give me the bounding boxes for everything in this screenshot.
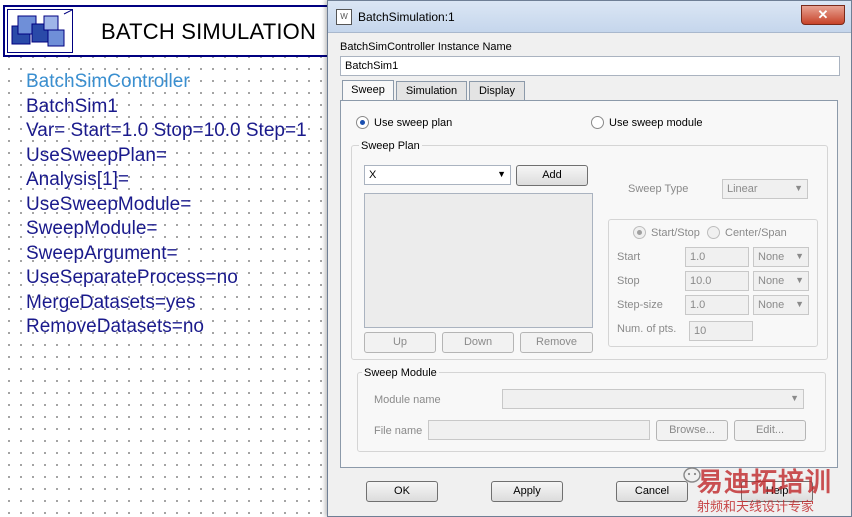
batch-simulation-dialog: W BatchSimulation:1 ✕ BatchSimController… <box>327 0 852 517</box>
param-controller-name: BatchSimController <box>26 71 190 92</box>
param-use-sweep-module: UseSweepModule= <box>26 193 192 215</box>
sweep-module-group: Sweep Module Module name ▼ File name Bro… <box>357 367 826 452</box>
use-sweep-module-radio[interactable] <box>591 116 604 129</box>
sweep-module-legend: Sweep Module <box>362 367 439 379</box>
param-instance: BatchSim1 <box>26 95 118 117</box>
down-button[interactable]: Down <box>442 332 514 353</box>
tab-display[interactable]: Display <box>469 81 525 100</box>
num-points-label: Num. of pts. <box>617 323 677 335</box>
chevron-down-icon: ▼ <box>795 299 804 309</box>
file-name-label: File name <box>374 425 423 437</box>
batch-sim-symbol-icon <box>7 9 73 53</box>
sweep-type-select[interactable]: Linear ▼ <box>722 179 808 199</box>
use-sweep-module-label: Use sweep module <box>609 117 703 129</box>
param-var: Var= Start=1.0 Stop=10.0 Step=1 <box>26 120 307 141</box>
ok-button[interactable]: OK <box>366 481 438 502</box>
param-remove-datasets: RemoveDatasets=no <box>26 316 204 337</box>
watermark-tagline: 射频和天线设计专家 <box>697 499 815 514</box>
browse-button[interactable]: Browse... <box>656 420 728 441</box>
sweep-type-label: Sweep Type <box>628 183 689 195</box>
sweep-plan-list[interactable] <box>364 193 593 328</box>
instance-name-label: BatchSimController Instance Name <box>340 41 512 53</box>
use-sweep-plan-label: Use sweep plan <box>374 117 453 129</box>
edit-button[interactable]: Edit... <box>734 420 806 441</box>
batch-sim-component-header[interactable]: BATCH SIMULATION <box>3 5 333 57</box>
center-span-label: Center/Span <box>725 227 787 239</box>
chevron-down-icon: ▼ <box>795 275 804 285</box>
app-icon: W <box>336 9 352 25</box>
module-name-label: Module name <box>374 394 441 406</box>
apply-button[interactable]: Apply <box>491 481 563 502</box>
instance-name-input[interactable]: BatchSim1 <box>340 56 840 76</box>
sweep-plan-legend: Sweep Plan <box>359 140 422 152</box>
sweep-tab-panel: Use sweep plan Use sweep module Sweep Pl… <box>340 100 838 468</box>
start-stop-radio[interactable] <box>633 226 646 239</box>
step-size-label: Step-size <box>617 299 663 311</box>
stop-input[interactable]: 10.0 <box>685 271 749 291</box>
file-name-input[interactable] <box>428 420 650 440</box>
param-merge-datasets: MergeDatasets=yes <box>26 291 196 313</box>
use-sweep-plan-radio[interactable] <box>356 116 369 129</box>
center-span-radio[interactable] <box>707 226 720 239</box>
watermark-brand: 易迪拓培训 <box>697 467 833 497</box>
sweep-variable-select[interactable]: X ▼ <box>364 165 511 185</box>
stop-label: Stop <box>617 275 640 287</box>
dialog-titlebar[interactable]: W BatchSimulation:1 ✕ <box>328 1 851 33</box>
sweep-plan-group: Sweep Plan X ▼ Add Up Down Remove Sweep T… <box>351 140 828 360</box>
stop-unit-select[interactable]: None ▼ <box>753 271 809 291</box>
chevron-down-icon: ▼ <box>795 251 804 261</box>
up-button[interactable]: Up <box>364 332 436 353</box>
param-sweep-argument: SweepArgument= <box>26 242 178 264</box>
range-group: Start/Stop Center/Span Start 1.0 None ▼ S… <box>608 219 818 347</box>
start-unit-select[interactable]: None ▼ <box>753 247 809 267</box>
add-button[interactable]: Add <box>516 165 588 186</box>
start-label: Start <box>617 251 641 263</box>
step-unit-select[interactable]: None ▼ <box>753 295 809 315</box>
cancel-button[interactable]: Cancel <box>616 481 688 502</box>
dialog-title: BatchSimulation:1 <box>358 10 455 24</box>
component-parameters: BatchSimController BatchSim1 Var= Start=… <box>26 70 307 340</box>
remove-button[interactable]: Remove <box>520 332 593 353</box>
chevron-down-icon: ▼ <box>794 183 803 193</box>
num-points-input[interactable]: 10 <box>689 321 753 341</box>
start-input[interactable]: 1.0 <box>685 247 749 267</box>
tab-simulation[interactable]: Simulation <box>396 81 467 100</box>
close-button[interactable]: ✕ <box>801 5 845 25</box>
tab-sweep[interactable]: Sweep <box>342 80 394 101</box>
schematic-title: BATCH SIMULATION <box>101 19 317 44</box>
chevron-down-icon: ▼ <box>497 169 506 179</box>
step-size-input[interactable]: 1.0 <box>685 295 749 315</box>
param-sweep-module: SweepModule= <box>26 218 158 239</box>
param-use-sweep-plan: UseSweepPlan= <box>26 144 168 166</box>
param-use-separate-process: UseSeparateProcess=no <box>26 267 238 288</box>
start-stop-label: Start/Stop <box>651 227 700 239</box>
module-name-select[interactable]: ▼ <box>502 389 804 409</box>
param-analysis: Analysis[1]= <box>26 169 129 190</box>
chevron-down-icon: ▼ <box>790 393 799 403</box>
